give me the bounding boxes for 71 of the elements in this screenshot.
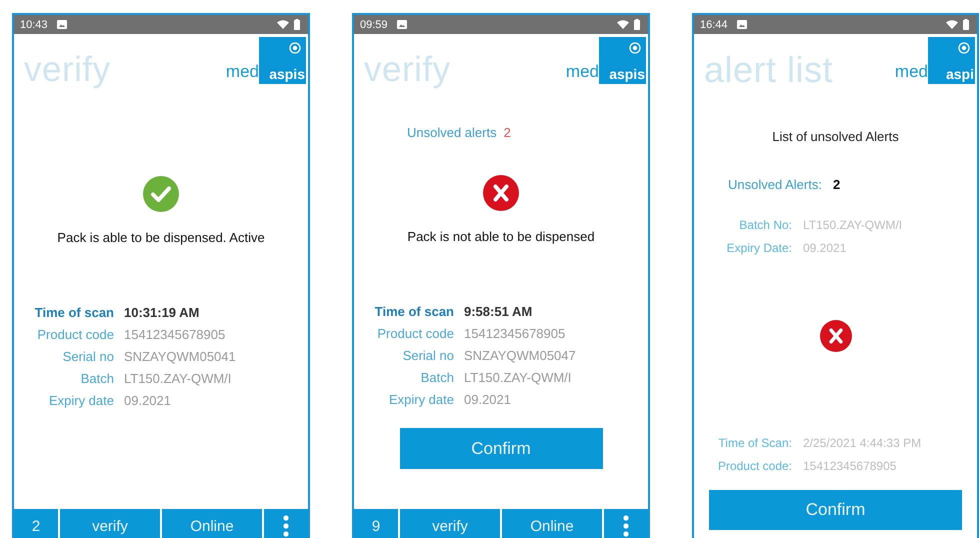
detail-label: Expiry date	[48, 392, 114, 410]
detail-label: Time of scan	[34, 304, 114, 322]
status-message: Pack is able to be dispensed. Active	[57, 230, 265, 245]
logo-text: med	[226, 63, 259, 80]
nav-button[interactable]: verify	[60, 509, 160, 538]
confirm-button[interactable]: Confirm	[709, 490, 962, 530]
confirm-button[interactable]: Confirm	[400, 428, 602, 469]
detail-value: 09.2021	[464, 391, 512, 409]
detail-value: 09.2021	[803, 240, 848, 257]
detail-label: Batch	[80, 370, 114, 388]
detail-label: Product code:	[716, 458, 792, 475]
logo-text: med	[566, 63, 599, 80]
detail-value: 15412345678905	[124, 326, 226, 344]
alerts-label: Unsolved Alerts:	[728, 177, 822, 192]
detail-label: Time of Scan:	[717, 435, 792, 452]
battery-icon	[634, 19, 640, 30]
target-icon	[629, 42, 641, 54]
detail-label: Product code	[36, 326, 114, 344]
detail-value: 10:31:19 AM	[124, 304, 200, 322]
detail-label: Serial no	[402, 347, 454, 365]
detail-label: Batch No:	[738, 217, 792, 234]
status-time: 16:44	[700, 18, 728, 30]
detail-value: SNZAYQWM05041	[124, 348, 237, 366]
list-heading: List of unsolved Alerts	[771, 129, 900, 144]
detail-label: Serial no	[62, 348, 114, 366]
menu-button[interactable]	[264, 509, 308, 538]
detail-label: Product code	[376, 325, 454, 343]
nav-button[interactable]: Online	[162, 509, 262, 538]
detail-value: LT150.ZAY-QWM/I	[803, 217, 904, 234]
check-icon	[143, 176, 179, 212]
wifi-icon	[946, 20, 958, 29]
detail-label: Expiry Date:	[726, 240, 792, 257]
alerts-label: Unsolved alerts	[407, 125, 497, 140]
detail-value: LT150.ZAY-QWM/I	[464, 369, 572, 387]
image-icon	[396, 20, 407, 29]
detail-label: Batch	[420, 369, 454, 387]
cross-icon	[820, 320, 852, 352]
detail-value: 15412345678905	[464, 325, 566, 343]
battery-icon	[963, 19, 969, 30]
detail-value: 09.2021	[124, 392, 172, 410]
logo-box: aspis	[599, 37, 646, 84]
nav-button[interactable]: verify	[400, 509, 500, 538]
battery-icon	[294, 19, 300, 30]
status-time: 09:59	[360, 18, 388, 30]
cross-icon	[483, 175, 519, 211]
detail-value: 15412345678905	[803, 458, 898, 475]
detail-value: SNZAYQWM05047	[464, 347, 577, 365]
detail-label: Time of scan	[374, 303, 454, 321]
detail-value: 2/25/2021 4:44:33 PM	[803, 435, 922, 452]
nav-button[interactable]: Online	[502, 509, 602, 538]
alerts-count: 2	[504, 125, 511, 140]
logo-box: aspis	[259, 37, 306, 84]
image-icon	[736, 20, 747, 29]
logo-text: med	[894, 63, 928, 80]
wifi-icon	[617, 20, 629, 29]
target-icon	[289, 42, 301, 54]
wifi-icon	[277, 20, 289, 29]
nav-button[interactable]: 9	[354, 509, 398, 538]
nav-button[interactable]: 2	[14, 509, 58, 538]
alerts-count: 2	[832, 177, 840, 192]
detail-value: 9:58:51 AM	[464, 303, 534, 321]
menu-icon	[283, 515, 289, 537]
status-time: 10:43	[20, 18, 48, 30]
logo-box: aspi	[928, 37, 975, 84]
target-icon	[958, 42, 970, 54]
status-message: Pack is not able to be dispensed	[407, 229, 595, 244]
detail-value: LT150.ZAY-QWM/I	[124, 370, 232, 388]
menu-button[interactable]	[604, 509, 648, 538]
menu-icon	[623, 515, 629, 537]
detail-label: Expiry date	[388, 391, 454, 409]
image-icon	[56, 20, 67, 29]
